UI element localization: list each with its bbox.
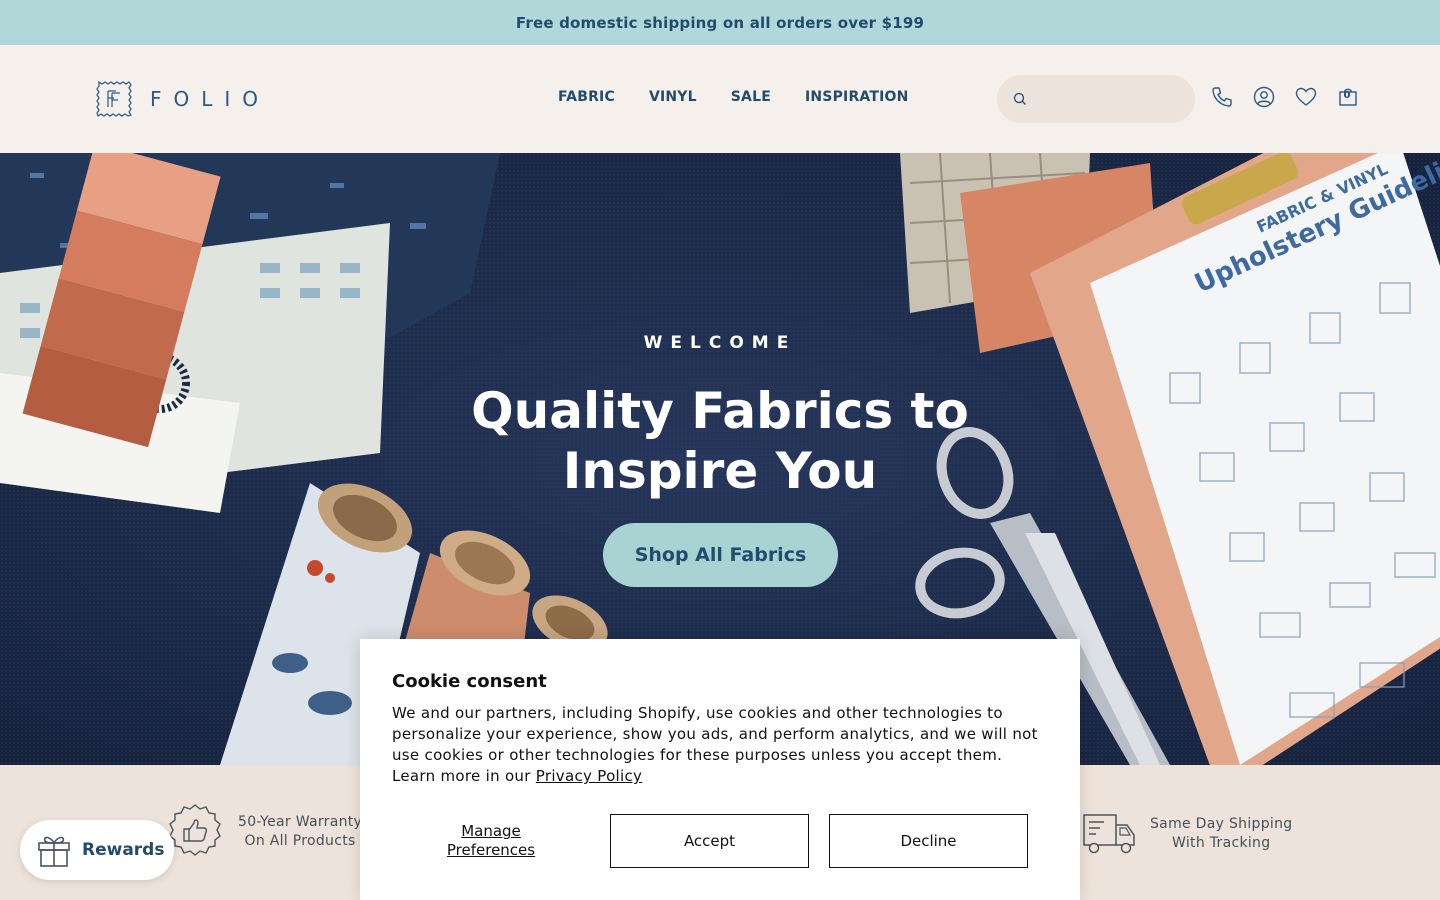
header-icons: 0 (1210, 85, 1360, 109)
accept-button[interactable]: Accept (610, 814, 809, 868)
nav-vinyl[interactable]: VINYL (649, 89, 697, 105)
rewards-label: Rewards (82, 840, 165, 860)
feature-warranty-line1: 50-Year Warranty (238, 814, 363, 830)
announcement-bar: Free domestic shipping on all orders ove… (0, 0, 1440, 45)
feature-shipping-text: Same Day Shipping With Tracking (1150, 815, 1292, 853)
logo[interactable]: FOLIO (94, 79, 270, 119)
search-bar[interactable] (997, 75, 1195, 123)
search-icon[interactable] (1013, 92, 1027, 106)
gift-icon (38, 836, 70, 867)
decline-button[interactable]: Decline (829, 814, 1028, 868)
manage-preferences-line2: Preferences (446, 841, 536, 859)
thumbs-up-icon (169, 804, 221, 856)
nav-fabric[interactable]: FABRIC (558, 89, 615, 105)
cookie-body: We and our partners, including Shopify, … (392, 703, 1048, 787)
manage-preferences-line1: Manage (461, 822, 521, 840)
search-input[interactable] (1035, 91, 1175, 107)
logo-text: FOLIO (150, 87, 271, 111)
nav-inspiration[interactable]: INSPIRATION (805, 89, 909, 105)
phone-icon[interactable] (1210, 85, 1234, 109)
heart-icon[interactable] (1294, 85, 1318, 109)
feature-warranty-line2: On All Products (244, 833, 356, 849)
account-icon[interactable] (1252, 85, 1276, 109)
cookie-actions: Manage Preferences Accept Decline (392, 814, 1048, 868)
cart-count: 0 (1343, 90, 1351, 101)
feature-warranty: 50-Year Warranty On All Products (166, 803, 362, 861)
truck-icon (1083, 814, 1135, 854)
nav-sale[interactable]: SALE (731, 89, 771, 105)
feature-shipping: Same Day Shipping With Tracking (1082, 813, 1292, 855)
shop-all-fabrics-button[interactable]: Shop All Fabrics (603, 523, 838, 587)
announcement-text: Free domestic shipping on all orders ove… (515, 13, 925, 32)
feature-warranty-text: 50-Year Warranty On All Products (238, 813, 362, 851)
cookie-body-text: We and our partners, including Shopify, … (392, 704, 1038, 785)
cookie-consent-dialog: Cookie consent We and our partners, incl… (360, 639, 1080, 900)
feature-shipping-line2: With Tracking (1172, 835, 1271, 851)
hero-eyebrow: WELCOME (643, 333, 797, 353)
feature-shipping-line1: Same Day Shipping (1150, 816, 1293, 832)
logo-mark-icon (96, 80, 132, 117)
rewards-button[interactable]: Rewards (20, 820, 174, 880)
manage-preferences-button[interactable]: Manage Preferences (392, 814, 590, 868)
main-nav: FABRIC VINYL SALE INSPIRATION (558, 89, 909, 105)
privacy-policy-link[interactable]: Privacy Policy (536, 767, 642, 785)
site-header: FOLIO FABRIC VINYL SALE INSPIRATION 0 (0, 45, 1440, 153)
hero-title: Quality Fabrics to Inspire You (471, 382, 969, 500)
cookie-title: Cookie consent (392, 671, 547, 692)
bag-icon[interactable]: 0 (1336, 85, 1360, 109)
